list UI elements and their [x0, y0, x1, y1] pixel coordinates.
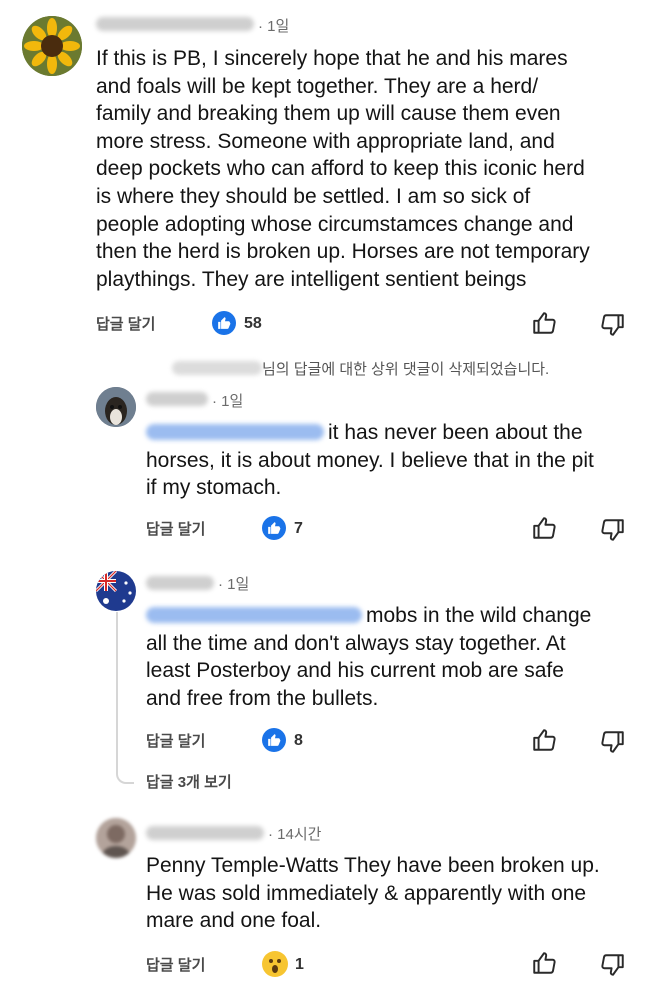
- reply-text-first-line: it has never been about the: [328, 421, 583, 444]
- deleted-author-redacted: [172, 361, 262, 375]
- deleted-parent-notice: 님의 답글에 대한 상위 댓글이 삭제되었습니다.: [262, 361, 550, 378]
- view-replies-link[interactable]: 답글 3개 보기: [146, 771, 232, 792]
- thread-connector: [116, 612, 134, 784]
- reaction-count: 58: [244, 315, 262, 332]
- reply-time: · 1일: [218, 576, 250, 593]
- avatar[interactable]: [96, 818, 136, 858]
- reply-text: it has never been about the horses, it i…: [146, 419, 641, 502]
- thumbs-down-icon[interactable]: [600, 952, 626, 978]
- thumbs-up-icon[interactable]: [531, 727, 557, 753]
- sunflower-avatar-icon: [22, 16, 82, 76]
- thumbs-down-icon[interactable]: [600, 517, 626, 543]
- comment-time: · 14시간: [268, 826, 322, 843]
- reply-text-rest: horses, it is about money. I believe tha…: [146, 448, 594, 500]
- reply-text-first-line: mobs in the wild change: [366, 604, 592, 627]
- avatar[interactable]: [22, 16, 82, 76]
- like-icon: [212, 311, 236, 335]
- thumbs-down-icon[interactable]: [600, 312, 626, 338]
- reply-time: · 1일: [212, 393, 244, 410]
- reply-text: mobs in the wild change all the time and…: [146, 602, 641, 712]
- wow-icon: [262, 951, 288, 977]
- like-icon: [262, 728, 286, 752]
- author-name-redacted[interactable]: [146, 576, 214, 590]
- avatar[interactable]: [96, 387, 136, 427]
- thumbs-up-icon[interactable]: [531, 950, 557, 976]
- comment-text: Penny Temple-Watts They have been broken…: [146, 854, 600, 933]
- mention-redacted[interactable]: [146, 607, 362, 623]
- thumbs-down-icon[interactable]: [600, 729, 626, 755]
- author-name-redacted[interactable]: [146, 392, 208, 406]
- author-name-redacted[interactable]: [146, 826, 264, 840]
- australia-flag-avatar-icon: [96, 571, 136, 611]
- thumbs-up-icon[interactable]: [531, 310, 557, 336]
- like-icon: [262, 516, 286, 540]
- reaction-count: 7: [294, 520, 303, 537]
- avatar[interactable]: [96, 571, 136, 611]
- reply-text-rest: all the time and don't always stay toget…: [146, 631, 566, 710]
- reply-button[interactable]: 답글 달기: [96, 313, 155, 334]
- reaction-count: 8: [294, 732, 303, 749]
- reaction-count: 1: [295, 956, 304, 973]
- reply-button[interactable]: 답글 달기: [146, 954, 205, 975]
- person-avatar-icon: [96, 818, 136, 858]
- dog-avatar-icon: [96, 387, 136, 427]
- reply-button[interactable]: 답글 달기: [146, 518, 205, 539]
- reply-button[interactable]: 답글 달기: [146, 730, 205, 751]
- comment-time: · 1일: [258, 18, 290, 35]
- author-name-redacted[interactable]: [96, 17, 254, 31]
- mention-redacted[interactable]: [146, 424, 324, 440]
- comment-text: If this is PB, I sincerely hope that he …: [96, 47, 590, 291]
- thumbs-up-icon[interactable]: [531, 515, 557, 541]
